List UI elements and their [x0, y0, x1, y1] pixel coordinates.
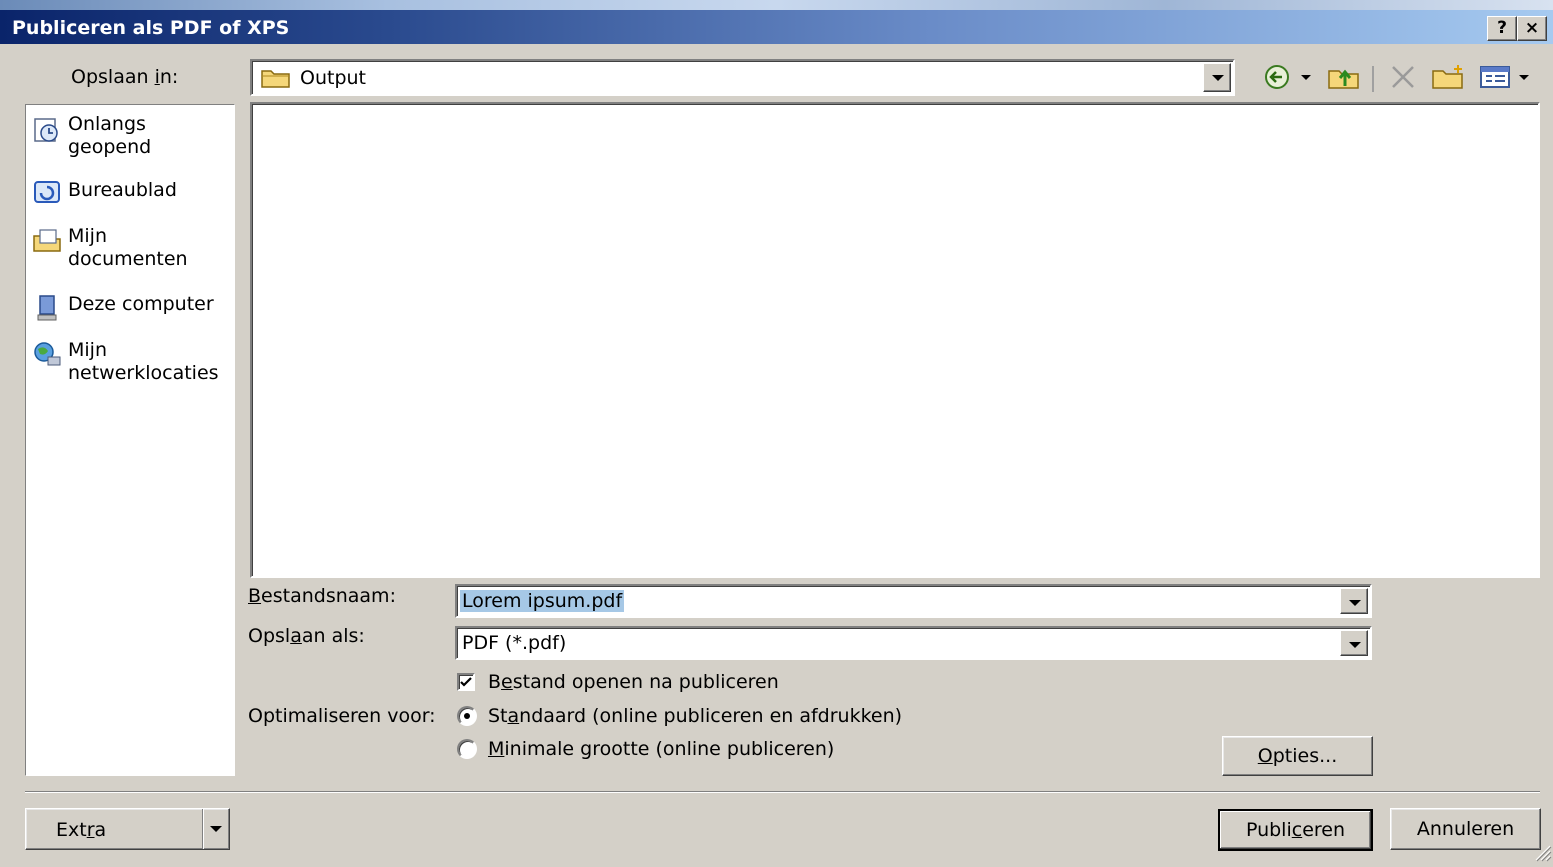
current-folder-name: Output	[300, 67, 366, 89]
place-desktop-label: Bureaublad	[68, 179, 177, 201]
radio-standard[interactable]	[457, 706, 477, 726]
save-in-dropdown-button[interactable]	[1203, 63, 1231, 92]
radio-minimal-size[interactable]	[457, 739, 477, 759]
place-my-computer[interactable]: Deze computer	[32, 293, 214, 321]
place-network-line1: Mijn	[68, 339, 107, 361]
filename-dropdown-button[interactable]	[1340, 588, 1368, 614]
recent-documents-icon	[32, 113, 62, 142]
dropdown-arrow-icon[interactable]	[1298, 62, 1314, 92]
place-my-documents-line1: Mijn	[68, 225, 107, 247]
place-recent-line2: geopend	[68, 136, 152, 158]
background-strip	[0, 0, 1553, 10]
save-in-combobox[interactable]: Output	[250, 59, 1235, 96]
cancel-button[interactable]: Annuleren	[1390, 808, 1541, 850]
place-desktop[interactable]: Bureaublad	[32, 179, 177, 207]
views-menu-icon[interactable]	[1478, 62, 1534, 92]
resize-grip-icon[interactable]	[1532, 842, 1552, 867]
save-in-label: Opslaan in:	[71, 66, 179, 88]
open-after-checkbox[interactable]	[457, 673, 475, 691]
help-button[interactable]: ?	[1487, 16, 1517, 41]
extra-dropdown-arrow-icon[interactable]	[210, 826, 222, 832]
save-as-type-combobox[interactable]: PDF (*.pdf)	[455, 626, 1372, 660]
bottom-separator	[25, 791, 1540, 793]
my-computer-icon	[32, 293, 62, 321]
radio-minimal-size-label[interactable]: Minimale grootte (online publiceren)	[488, 738, 834, 760]
place-my-computer-label: Deze computer	[68, 293, 214, 315]
file-list[interactable]	[250, 102, 1540, 578]
new-folder-icon[interactable]	[1430, 62, 1466, 92]
back-icon[interactable]	[1262, 62, 1292, 92]
filename-label: Bestandsnaam:	[248, 585, 396, 607]
place-network[interactable]: Mijn netwerklocaties	[32, 339, 219, 385]
toolbar-separator	[1372, 66, 1374, 92]
folder-icon	[260, 67, 292, 94]
delete-icon[interactable]	[1388, 62, 1418, 92]
close-button[interactable]: ×	[1517, 16, 1547, 41]
places-bar: Onlangs geopend Bureaublad Mijn documenten…	[25, 104, 235, 776]
optimize-label: Optimaliseren voor:	[248, 705, 436, 727]
place-my-documents[interactable]: Mijn documenten	[32, 225, 188, 271]
filename-input[interactable]: Lorem ipsum.pdf	[460, 590, 625, 612]
open-after-label[interactable]: Bestand openen na publiceren	[488, 671, 779, 693]
place-recent[interactable]: Onlangs geopend	[32, 113, 151, 159]
options-button[interactable]: Opties...	[1222, 736, 1373, 776]
my-documents-icon	[32, 225, 62, 253]
save-as-type-dropdown-button[interactable]	[1340, 630, 1368, 656]
filename-combobox[interactable]: Lorem ipsum.pdf	[455, 584, 1372, 618]
dialog-title: Publiceren als PDF of XPS	[12, 17, 290, 39]
extra-button-divider-highlight	[203, 809, 204, 849]
place-recent-line1: Onlangs	[68, 113, 146, 135]
place-my-documents-line2: documenten	[68, 248, 188, 270]
publish-button[interactable]: Publiceren	[1218, 809, 1373, 851]
place-network-line2: netwerklocaties	[68, 362, 219, 384]
extra-button-label: Extra	[56, 819, 107, 841]
radio-standard-label[interactable]: Standaard (online publiceren en afdrukke…	[488, 705, 902, 727]
save-as-type-label: Opslaan als:	[248, 625, 365, 647]
network-places-icon	[32, 339, 62, 367]
extra-button[interactable]: Extra	[25, 808, 230, 850]
desktop-icon	[32, 179, 62, 207]
save-as-type-value: PDF (*.pdf)	[462, 632, 567, 654]
up-folder-icon[interactable]	[1326, 62, 1362, 92]
